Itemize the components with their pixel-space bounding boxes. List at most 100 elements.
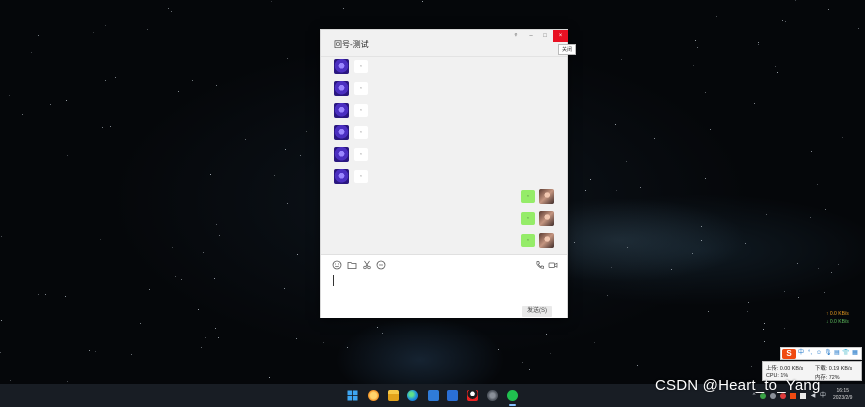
title-bar[interactable]: 回号-测试 ᵠ – □ × — [321, 30, 568, 56]
contact-avatar[interactable] — [334, 125, 349, 140]
message-bubble[interactable]: , — [521, 212, 535, 225]
star — [210, 174, 211, 175]
message-received[interactable]: , — [334, 103, 374, 119]
keyboard-icon[interactable]: ▤ — [833, 349, 841, 358]
star — [795, 0, 796, 1]
file-explorer-icon[interactable] — [388, 390, 399, 401]
message-received[interactable]: , — [334, 169, 374, 185]
star — [798, 297, 799, 298]
minimize-button[interactable]: – — [524, 30, 538, 42]
star — [218, 337, 219, 338]
star — [287, 58, 288, 59]
star — [695, 40, 696, 41]
star — [831, 272, 832, 273]
skin-icon[interactable]: 👕 — [842, 349, 850, 358]
star — [811, 151, 812, 152]
toolbox-icon[interactable]: ▦ — [851, 349, 859, 358]
sogou-logo-icon[interactable]: S — [782, 348, 796, 359]
upload-speed: ↑ 0.0 KB/s — [826, 311, 849, 317]
wechat-icon[interactable] — [507, 390, 518, 401]
star — [758, 42, 759, 43]
star — [140, 323, 141, 324]
ime-toolbar[interactable]: S 中 °, ☺ 🎙 ▤ 👕 ▦ — [780, 347, 862, 360]
qq-icon[interactable] — [467, 390, 478, 401]
contact-avatar[interactable] — [334, 81, 349, 96]
star — [701, 240, 702, 241]
star — [777, 72, 778, 73]
message-input[interactable]: 发送(S) — [321, 255, 567, 318]
message-received[interactable]: , — [334, 81, 374, 97]
contact-avatar[interactable] — [334, 103, 349, 118]
chat-history-icon[interactable] — [376, 260, 386, 270]
punctuation-icon[interactable]: °, — [806, 349, 814, 358]
star — [50, 104, 51, 105]
message-list[interactable]: ,,,,,,,,, — [321, 57, 567, 254]
monitor-download: 下载: 0.19 KB/s — [815, 366, 853, 372]
contact-avatar[interactable] — [334, 147, 349, 162]
star — [172, 247, 173, 248]
settings-gear-icon[interactable] — [487, 390, 498, 401]
folder-icon[interactable] — [347, 260, 357, 270]
message-bubble[interactable]: , — [354, 60, 368, 73]
message-sent[interactable]: , — [519, 189, 559, 205]
chat-window: 回号-测试 ᵠ – □ × 关闭 ,,,,,,,,, 发送(S) — [320, 29, 577, 318]
chart-app-icon[interactable] — [447, 390, 458, 401]
message-bubble[interactable]: , — [354, 148, 368, 161]
my-avatar[interactable] — [539, 189, 554, 204]
star — [797, 263, 798, 264]
video-icon[interactable] — [548, 260, 558, 270]
star — [45, 294, 46, 295]
message-bubble[interactable]: , — [354, 82, 368, 95]
edge-browser-icon[interactable] — [407, 390, 418, 401]
star — [377, 327, 378, 328]
star — [215, 328, 216, 329]
message-bubble[interactable]: , — [521, 234, 535, 247]
contact-avatar[interactable] — [334, 59, 349, 74]
my-avatar[interactable] — [539, 233, 554, 248]
clock[interactable]: 16:15 2023/2/9 — [833, 388, 852, 402]
message-received[interactable]: , — [334, 125, 374, 141]
ime-mode-chinese[interactable]: 中 — [797, 349, 805, 358]
message-received[interactable]: , — [334, 147, 374, 163]
send-button[interactable]: 发送(S) — [522, 306, 552, 317]
star — [766, 214, 767, 215]
star — [205, 337, 206, 338]
star — [763, 329, 764, 330]
star — [287, 203, 288, 204]
star — [828, 9, 829, 10]
microphone-icon[interactable]: 🎙 — [824, 349, 832, 358]
star — [115, 77, 116, 78]
pin-button[interactable]: ᵠ — [509, 30, 523, 42]
my-avatar[interactable] — [539, 211, 554, 226]
star — [764, 323, 765, 324]
message-bubble[interactable]: , — [354, 104, 368, 117]
message-bubble[interactable]: , — [521, 190, 535, 203]
app-store-icon[interactable] — [428, 390, 439, 401]
message-bubble[interactable]: , — [354, 170, 368, 183]
emoji-icon[interactable]: ☺ — [815, 349, 823, 358]
star — [585, 190, 586, 191]
star — [0, 352, 1, 353]
star — [9, 95, 10, 96]
weather-icon[interactable] — [368, 390, 379, 401]
star — [775, 66, 776, 67]
emoji-icon[interactable] — [332, 260, 342, 270]
star — [546, 334, 547, 335]
star — [574, 242, 575, 243]
close-button[interactable]: × — [553, 30, 568, 42]
star — [216, 224, 217, 225]
maximize-button[interactable]: □ — [538, 30, 552, 42]
message-sent[interactable]: , — [519, 233, 559, 249]
message-bubble[interactable]: , — [354, 126, 368, 139]
star — [594, 342, 595, 343]
message-sent[interactable]: , — [519, 211, 559, 227]
phone-icon[interactable] — [535, 260, 545, 270]
windows-start-icon[interactable] — [347, 390, 358, 401]
csdn-watermark: CSDN @Heart_to_Yang — [655, 377, 821, 394]
star — [705, 178, 706, 179]
contact-avatar[interactable] — [334, 169, 349, 184]
star — [615, 124, 616, 125]
scissors-icon[interactable] — [362, 260, 372, 270]
star — [1, 236, 2, 237]
message-received[interactable]: , — [334, 59, 374, 75]
